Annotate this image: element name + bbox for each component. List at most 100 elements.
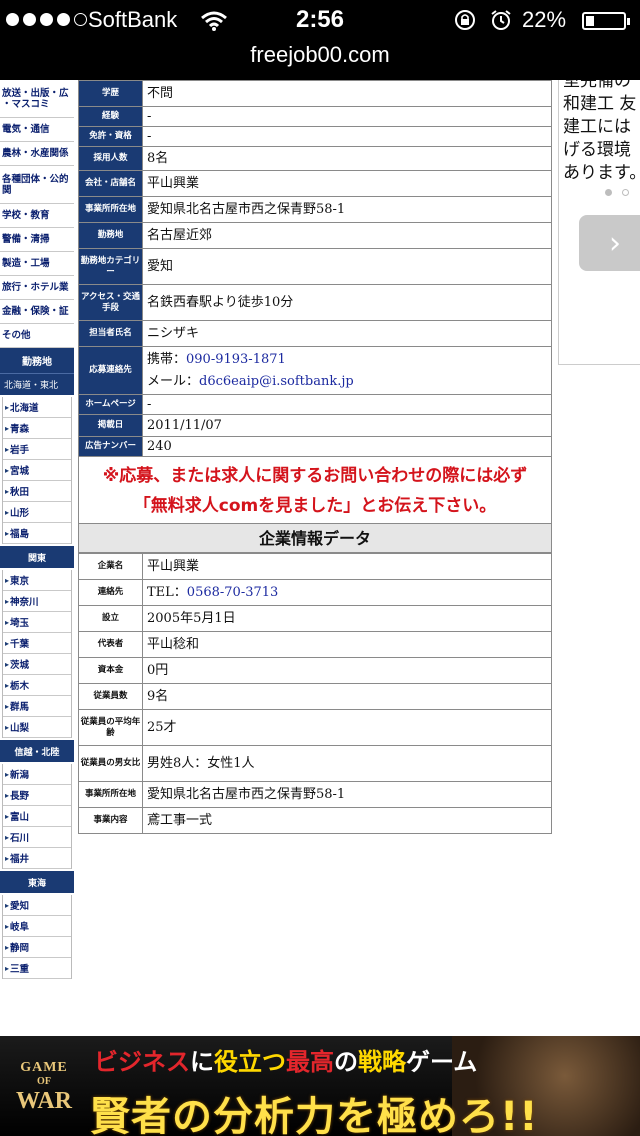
sidebar-prefecture-link[interactable]: ▸ 秋田	[3, 481, 71, 502]
sidebar-prefecture-link[interactable]: ▸ 山形	[3, 502, 71, 523]
sidebar-category-item[interactable]: 旅行・ホテル業	[0, 276, 74, 300]
sidebar-prefecture-link[interactable]: ▸ 埼玉	[3, 612, 71, 633]
phone-link[interactable]: 090-9193-1871	[186, 352, 286, 367]
address-bar[interactable]: freejob00.com	[0, 42, 640, 68]
prefecture-label: 山梨	[10, 723, 30, 734]
sidebar-prefecture-link[interactable]: ▸ 長野	[3, 785, 71, 806]
prefecture-label: 千葉	[10, 639, 30, 650]
prefecture-label: 青森	[10, 424, 30, 435]
sidebar-region-heading[interactable]: 信越・北陸	[0, 740, 74, 762]
sidebar-category-item[interactable]: 放送・出版・広 ・マスコミ	[0, 80, 74, 118]
job-table-row: 採用人数 8名	[78, 146, 552, 171]
sidebar-prefecture-link[interactable]: ▸ 三重	[3, 958, 71, 979]
notice-line2: 「無料求人comを見ました」とお伝え下さい。	[133, 496, 497, 516]
field-label: 従業員数	[78, 683, 143, 710]
prefecture-label: 岩手	[10, 445, 30, 456]
carousel-text-line: げる環境	[563, 140, 631, 160]
pager-dot[interactable]	[622, 189, 629, 196]
company-info-table: 企業名 平山興業 連絡先 TEL：0568-70-3713 設立 2005年5月1日 代表者…	[78, 553, 552, 834]
field-value: -	[142, 126, 552, 147]
job-table-row: 学歴 不問	[78, 80, 552, 107]
field-label: 従業員の男女比	[78, 745, 143, 782]
field-value: 平山稔和	[142, 631, 552, 658]
sidebar-prefecture-link[interactable]: ▸ 青森	[3, 418, 71, 439]
carousel-text-line: 和建工 友	[563, 94, 637, 114]
bullet-icon: ▸	[5, 575, 10, 585]
phone-link[interactable]: 0568-70-3713	[187, 585, 279, 600]
job-table-row: 勤務地カテゴリー 愛知	[78, 248, 552, 285]
sidebar-prefecture-link[interactable]: ▸ 北海道	[3, 397, 71, 418]
job-detail: 学歴 不問 経験 - 免許・資格 - 採用人数 8名 会社・店舗名 平山興業 事業所所在地 愛知県北名…	[78, 80, 552, 834]
field-label: 設立	[78, 605, 143, 632]
field-label: 従業員の平均年齢	[78, 709, 143, 746]
prefecture-label: 岐阜	[10, 922, 30, 933]
sidebar-prefecture-link[interactable]: ▸ 群馬	[3, 696, 71, 717]
sidebar-prefecture-link[interactable]: ▸ 宮城	[3, 460, 71, 481]
sidebar-category-item[interactable]: 警備・清掃	[0, 228, 74, 252]
carousel-next-button[interactable]: ›	[579, 215, 640, 271]
notice-mark: ※	[102, 466, 120, 486]
bullet-icon: ▸	[5, 722, 10, 732]
company-table-row: 従業員の男女比 男姓8人：女性1人	[78, 745, 552, 782]
field-value: 名古屋近郊	[142, 222, 552, 249]
sidebar-region-heading[interactable]: 関東	[0, 546, 74, 568]
company-section-title: 企業情報データ	[78, 523, 552, 553]
sidebar-category-item[interactable]: 農林・水産関係	[0, 142, 74, 166]
sidebar-prefecture-link[interactable]: ▸ 新潟	[3, 764, 71, 785]
ad-banner[interactable]: GAME OF WAR ビジネスに役立つ最高の戦略ゲーム 賢者の分析力を極めろ!…	[0, 1036, 640, 1136]
field-value: -	[142, 394, 552, 415]
carousel-text-line: 室完備の	[563, 80, 631, 91]
bullet-icon: ▸	[5, 528, 10, 538]
bullet-icon: ▸	[5, 832, 10, 842]
alarm-icon	[491, 10, 511, 30]
sidebar-prefecture-link[interactable]: ▸ 岩手	[3, 439, 71, 460]
job-table-row: 応募連絡先 携帯：090-9193-1871 メール：d6c6eaip@i.soft…	[78, 346, 552, 395]
prefecture-label: 長野	[10, 791, 30, 802]
company-table-row: 代表者 平山稔和	[78, 631, 552, 658]
sidebar-region-heading[interactable]: 北海道・東北	[0, 373, 74, 395]
sidebar-prefecture-link[interactable]: ▸ 愛知	[3, 895, 71, 916]
sidebar-work-location-heading: 勤務地	[0, 348, 74, 373]
sidebar-prefecture-link[interactable]: ▸ 山梨	[3, 717, 71, 738]
bullet-icon: ▸	[5, 900, 10, 910]
sidebar-category-item[interactable]: 電気・通信	[0, 118, 74, 142]
field-label: 事業所所在地	[78, 781, 143, 808]
sidebar-category-item[interactable]: 各種団体・公的 関	[0, 166, 74, 204]
field-value: 不問	[142, 80, 552, 107]
prefecture-label: 愛知	[10, 901, 30, 912]
sidebar-prefecture-link[interactable]: ▸ 岐阜	[3, 916, 71, 937]
carousel-text: 室完備の 和建工 友建工には げる環境 あります。	[559, 80, 640, 185]
sidebar-category-item[interactable]: 金融・保険・証	[0, 300, 74, 324]
sidebar-prefecture-link[interactable]: ▸ 石川	[3, 827, 71, 848]
prefecture-label: 三重	[10, 964, 30, 975]
field-value: 平山興業	[142, 553, 552, 580]
field-label: ホームページ	[78, 394, 143, 415]
field-label: アクセス・交通手段	[78, 284, 143, 321]
prefecture-label: 富山	[10, 812, 30, 823]
sidebar-prefecture-link[interactable]: ▸ 茨城	[3, 654, 71, 675]
sidebar-category-item[interactable]: 学校・教育	[0, 204, 74, 228]
sidebar-category-item[interactable]: 製造・工場	[0, 252, 74, 276]
sidebar-prefecture-link[interactable]: ▸ 静岡	[3, 937, 71, 958]
prefecture-label: 北海道	[10, 403, 39, 414]
field-label: 勤務地	[78, 222, 143, 249]
sidebar-region-heading[interactable]: 東海	[0, 871, 74, 893]
prefecture-label: 東京	[10, 576, 30, 587]
sidebar-prefecture-link[interactable]: ▸ 福島	[3, 523, 71, 544]
job-table-row: 担当者氏名 ニシザキ	[78, 320, 552, 347]
job-table-row: アクセス・交通手段 名鉄西春駅より徒歩10分	[78, 284, 552, 321]
sidebar-category-item[interactable]: その他	[0, 324, 74, 348]
sidebar-prefecture-link[interactable]: ▸ 千葉	[3, 633, 71, 654]
email-link[interactable]: d6c6eaip@i.softbank.jp	[199, 374, 354, 389]
sidebar-prefecture-link[interactable]: ▸ 栃木	[3, 675, 71, 696]
banner-tagline: ビジネスに役立つ最高の戦略ゲーム	[94, 1048, 478, 1076]
sidebar-prefecture-link[interactable]: ▸ 東京	[3, 570, 71, 591]
sidebar-prefecture-link[interactable]: ▸ 福井	[3, 848, 71, 869]
field-value: 携帯：090-9193-1871 メール：d6c6eaip@i.softbank.…	[142, 346, 552, 395]
sidebar-prefecture-link[interactable]: ▸ 神奈川	[3, 591, 71, 612]
job-table-row: 事業所所在地 愛知県北名古屋市西之保青野58-1	[78, 196, 552, 223]
sidebar-prefecture-link[interactable]: ▸ 富山	[3, 806, 71, 827]
pager-dot-active[interactable]	[605, 189, 612, 196]
bullet-icon: ▸	[5, 921, 10, 931]
prefecture-label: 静岡	[10, 943, 30, 954]
